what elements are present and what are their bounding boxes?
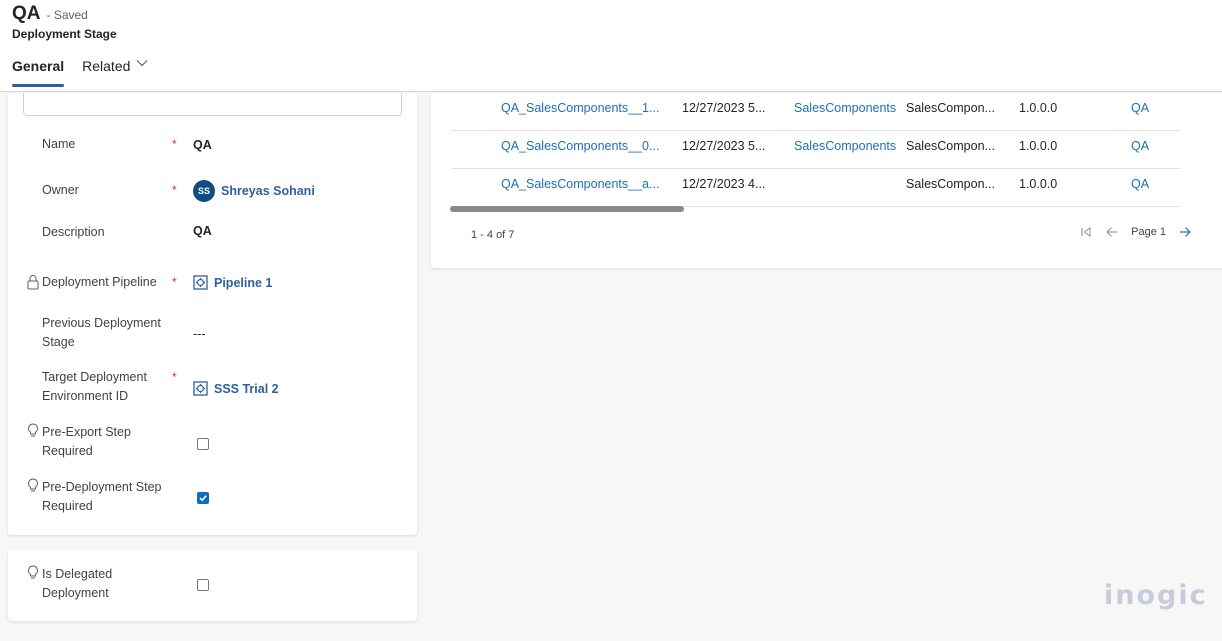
cell-solution-name[interactable]: QA_SalesComponents__a... — [501, 169, 659, 206]
cell-solution-id: SalesCompon... — [906, 101, 995, 115]
cell-version: 1.0.0.0 — [1019, 177, 1058, 191]
is-delegated-checkbox[interactable] — [197, 579, 209, 591]
tab-general-label: General — [12, 58, 65, 74]
environment-lookup[interactable]: SSS Trial 2 — [193, 381, 279, 396]
record-title: QA — [12, 3, 41, 24]
delegation-section: Is Delegated Deployment — [8, 549, 417, 621]
page-label: Page 1 — [1131, 226, 1166, 238]
cell-timestamp: 12/27/2023 4... — [682, 177, 766, 191]
cell-solution-id: SalesCompon... — [906, 139, 995, 153]
field-label: Owner — [42, 183, 79, 197]
cell-stage[interactable]: QA — [1131, 131, 1149, 168]
first-page-button[interactable] — [1079, 225, 1093, 239]
arrow-right-icon — [1180, 227, 1191, 237]
environment-link[interactable]: SSS Trial 2 — [214, 382, 279, 396]
cell-solution-id: SalesCompon... — [906, 177, 995, 191]
tab-related-label: Related — [82, 58, 131, 74]
table-row[interactable]: QA_SalesComponents__a... 12/27/2023 4... S… — [451, 169, 1180, 207]
owner-lookup[interactable]: SS Shreyas Sohani — [193, 180, 315, 202]
cell-solution-name[interactable]: QA_SalesComponents__1... — [501, 93, 659, 130]
avatar: SS — [193, 180, 215, 202]
cell-version: 1.0.0.0 — [1019, 101, 1058, 115]
name-value[interactable]: QA — [193, 138, 212, 152]
cell-timestamp: 12/27/2023 5... — [682, 139, 766, 153]
checkmark-icon — [199, 495, 207, 502]
previous-page-button[interactable] — [1105, 225, 1119, 239]
form-tabs: General Related — [12, 58, 166, 88]
table-row[interactable]: QA_SalesComponents__0... 12/27/2023 5... S… — [451, 131, 1180, 169]
entity-name: Deployment Stage — [12, 27, 117, 41]
cell-stage[interactable]: QA — [1131, 93, 1149, 130]
next-page-button[interactable] — [1178, 225, 1192, 239]
table-row[interactable]: QA_SalesComponents__1... 12/27/2023 5... S… — [451, 93, 1180, 131]
pre-export-checkbox[interactable] — [197, 438, 209, 450]
cell-solution-link[interactable]: SalesComponents — [794, 93, 896, 130]
arrow-left-icon — [1106, 227, 1118, 237]
lightbulb-icon — [26, 565, 40, 581]
lightbulb-icon — [26, 478, 40, 494]
cell-stage[interactable]: QA — [1131, 169, 1149, 206]
text-area-bottom[interactable] — [23, 93, 402, 116]
horizontal-scrollbar[interactable] — [450, 206, 684, 212]
field-label: Pre-Deployment Step Required — [42, 480, 162, 513]
field-label: Description — [42, 225, 105, 239]
general-section: Name * QA Owner * SS Shreyas Sohani Desc… — [8, 93, 417, 535]
subgrid: QA_SalesComponents__1... 12/27/2023 5... S… — [431, 93, 1222, 268]
field-label: Pre-Export Step Required — [42, 425, 131, 458]
cell-solution-name[interactable]: QA_SalesComponents__0... — [501, 131, 659, 168]
tab-related[interactable]: Related — [82, 58, 148, 88]
entity-icon — [193, 381, 208, 396]
cell-version: 1.0.0.0 — [1019, 139, 1058, 153]
chevron-down-icon — [136, 58, 148, 70]
pre-deployment-checkbox[interactable] — [197, 492, 209, 504]
cell-solution-link[interactable]: SalesComponents — [794, 131, 896, 168]
save-status: - Saved — [46, 8, 88, 22]
required-marker: * — [172, 275, 177, 289]
owner-link[interactable]: Shreyas Sohani — [221, 184, 315, 198]
form-header: QA - Saved Deployment Stage General Rela… — [0, 0, 1222, 92]
field-label: Target Deployment Environment ID — [42, 370, 147, 403]
cell-timestamp: 12/27/2023 5... — [682, 101, 766, 115]
entity-icon — [193, 275, 208, 290]
field-label: Deployment Pipeline — [42, 275, 157, 289]
pipeline-lookup[interactable]: Pipeline 1 — [193, 275, 272, 290]
pipeline-link[interactable]: Pipeline 1 — [214, 276, 272, 290]
tab-general[interactable]: General — [12, 58, 65, 88]
required-marker: * — [172, 137, 177, 151]
required-marker: * — [172, 370, 177, 384]
pager: Page 1 — [1073, 225, 1198, 239]
lightbulb-icon — [26, 423, 40, 439]
field-label: Previous Deployment Stage — [42, 316, 161, 349]
field-label: Is Delegated Deployment — [42, 567, 113, 600]
record-count: 1 - 4 of 7 — [471, 229, 515, 241]
watermark-logo: inogic — [1104, 580, 1208, 611]
previous-stage-value[interactable]: --- — [193, 327, 206, 341]
field-label: Name — [42, 137, 76, 151]
description-value[interactable]: QA — [193, 224, 212, 238]
first-page-icon — [1081, 226, 1091, 238]
lock-icon — [26, 274, 40, 290]
required-marker: * — [172, 183, 177, 197]
